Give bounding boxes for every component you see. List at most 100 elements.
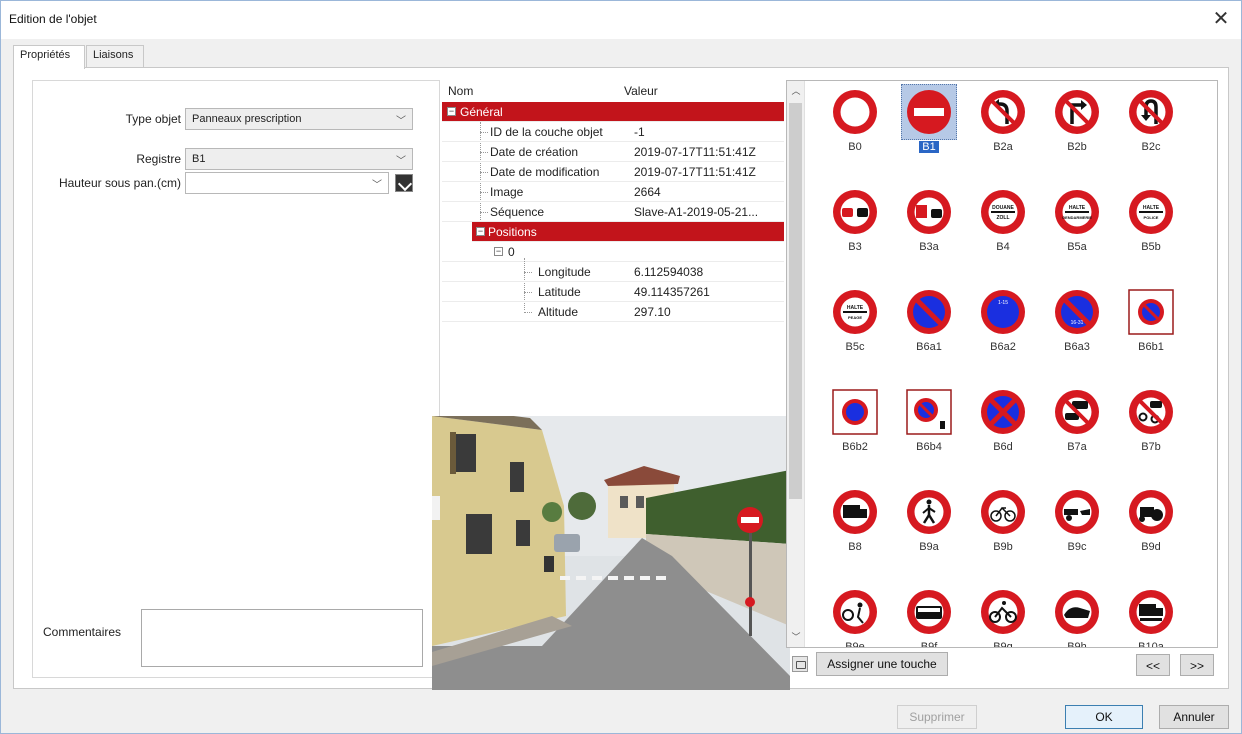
sign-code-label: B5c <box>845 341 865 353</box>
sign-b9h[interactable]: B9h <box>1041 587 1113 648</box>
position-index: 0 <box>508 245 515 259</box>
sign-b6b1[interactable]: B6b1 <box>1115 287 1187 379</box>
sign-b6a1[interactable]: B6a1 <box>893 287 965 379</box>
sign-b6d[interactable]: B6d <box>967 387 1039 479</box>
sign-b2a[interactable]: B2a <box>967 87 1039 179</box>
sign-b9a[interactable]: B9a <box>893 487 965 579</box>
edit-height-button[interactable] <box>395 174 413 192</box>
sign-code: B6d <box>967 441 1039 453</box>
sign-b5b[interactable]: HALTE POLICE B5b <box>1115 187 1187 279</box>
sign-palette-toolbar: Assigner une touche << >> <box>786 652 1218 680</box>
sign-code-label: B2b <box>1067 141 1087 153</box>
ok-button[interactable]: OK <box>1065 705 1143 729</box>
delete-button[interactable]: Supprimer <box>897 705 977 729</box>
sign-code: B2a <box>967 141 1039 153</box>
sign-b6a2[interactable]: 1-15 B6a2 <box>967 287 1039 379</box>
window-title: Edition de l'objet <box>9 12 97 26</box>
sign-b6a3[interactable]: 16-31 B6a3 <box>1041 287 1113 379</box>
property-row[interactable]: Image 2664 <box>442 182 784 202</box>
no-overtaking-icon <box>833 190 877 234</box>
prev-page-button[interactable]: << <box>1136 654 1170 676</box>
sign-b10a[interactable]: B10a <box>1115 587 1187 647</box>
sign-b2c[interactable]: B2c <box>1115 87 1187 179</box>
assign-key-button[interactable]: Assigner une touche <box>816 652 948 676</box>
no-parking-icon <box>907 290 951 334</box>
sign-b9g[interactable]: B9g <box>967 587 1039 648</box>
tab-proprietes[interactable]: Propriétés <box>13 45 85 69</box>
property-row[interactable]: Longitude 6.112594038 <box>442 262 784 282</box>
sign-code-label: B9h <box>1067 641 1087 648</box>
collapse-icon[interactable]: − <box>447 107 456 116</box>
sign-b3a[interactable]: B3a <box>893 187 965 279</box>
sign-code-label: B9f <box>920 641 938 648</box>
sign-b3[interactable]: B3 <box>819 187 891 279</box>
sign-code: B1 <box>893 141 965 153</box>
close-icon[interactable]: ✕ <box>1209 7 1233 31</box>
sign-code: B6a2 <box>967 341 1039 353</box>
hauteur-combo[interactable]: ﹀ <box>185 172 389 194</box>
sign-b4[interactable]: DOUANE ZOLL B4 <box>967 187 1039 279</box>
collapse-icon[interactable]: − <box>476 227 485 236</box>
sign-code: B2c <box>1115 141 1187 153</box>
zone-no-parking-icon <box>1128 289 1174 335</box>
sign-code-label: B9c <box>1067 541 1087 553</box>
sign-b9b[interactable]: B9b <box>967 487 1039 579</box>
sign-b0[interactable]: B0 <box>819 87 891 179</box>
property-row[interactable]: Date de modification 2019-07-17T11:51:41… <box>442 162 784 182</box>
halt-peage-icon: HALTE PEAGE <box>833 290 877 334</box>
grid-header: Nom Valeur <box>442 82 784 102</box>
property-row[interactable]: Date de création 2019-07-17T11:51:41Z <box>442 142 784 162</box>
sign-code-label: B6b2 <box>842 441 868 453</box>
group-general[interactable]: − Général <box>442 102 784 122</box>
scroll-down-icon[interactable]: ﹀ <box>787 629 805 645</box>
next-page-button[interactable]: >> <box>1180 654 1214 676</box>
collapse-icon[interactable]: − <box>494 247 503 256</box>
property-row[interactable]: Latitude 49.114357261 <box>442 282 784 302</box>
sign-code-label: B9g <box>993 641 1013 648</box>
scroll-up-icon[interactable]: ︿ <box>787 83 805 99</box>
sign-code-label: B0 <box>848 141 862 153</box>
sign-code: B6a3 <box>1041 341 1113 353</box>
chevron-down-icon: ﹀ <box>372 180 382 191</box>
group-positions[interactable]: − Positions <box>472 222 784 242</box>
sign-b9c[interactable]: B9c <box>1041 487 1113 579</box>
sign-b7b[interactable]: B7b <box>1115 387 1187 479</box>
camera-icon[interactable] <box>792 656 808 672</box>
sign-b1[interactable]: B1 <box>893 84 965 179</box>
sign-b8[interactable]: B8 <box>819 487 891 579</box>
property-name: Date de modification <box>490 165 600 179</box>
cancel-button[interactable]: Annuler <box>1159 705 1229 729</box>
sign-b5c[interactable]: HALTE PEAGE B5c <box>819 287 891 379</box>
scrollbar-thumb[interactable] <box>789 103 802 499</box>
property-row[interactable]: Altitude 297.10 <box>442 302 784 322</box>
sign-b2b[interactable]: B2b <box>1041 87 1113 179</box>
commentaires-textarea[interactable] <box>141 609 423 667</box>
sign-code: B7b <box>1115 441 1187 453</box>
sign-b7a[interactable]: B7a <box>1041 387 1113 479</box>
registre-select[interactable]: B1 ﹀ <box>185 148 413 170</box>
type-objet-select[interactable]: Panneaux prescription ﹀ <box>185 108 413 130</box>
sign-code-label: B2a <box>993 141 1013 153</box>
property-row[interactable]: ID de la couche objet -1 <box>442 122 784 142</box>
sign-code: B6b1 <box>1115 341 1187 353</box>
sign-b6b4[interactable]: B6b4 <box>893 387 965 479</box>
tab-liaisons[interactable]: Liaisons <box>86 45 144 67</box>
property-name: Latitude <box>538 285 581 299</box>
no-buses-icon <box>907 590 951 634</box>
sign-b9f[interactable]: B9f <box>893 587 965 648</box>
position-index-row[interactable]: − 0 <box>442 242 784 262</box>
registre-label: Registre <box>136 152 181 166</box>
sign-b6b2[interactable]: B6b2 <box>819 387 891 479</box>
sign-b5a[interactable]: HALTE GENDARMERIE B5a <box>1041 187 1113 279</box>
sign-b9d[interactable]: B9d <box>1115 487 1187 579</box>
sign-code: B5a <box>1041 241 1113 253</box>
sign-code: B6a1 <box>893 341 965 353</box>
svg-text:HALTE: HALTE <box>1143 205 1160 211</box>
property-row[interactable]: Séquence Slave-A1-2019-05-21... <box>442 202 784 222</box>
property-value: 297.10 <box>634 305 671 319</box>
sign-palette-scrollbar[interactable]: ︿ ﹀ <box>787 81 805 647</box>
sign-b9e[interactable]: B9e <box>819 587 891 647</box>
chevron-down-icon: ﹀ <box>396 156 406 167</box>
tree-branch <box>524 272 532 273</box>
no-vehicles-icon <box>833 90 877 134</box>
